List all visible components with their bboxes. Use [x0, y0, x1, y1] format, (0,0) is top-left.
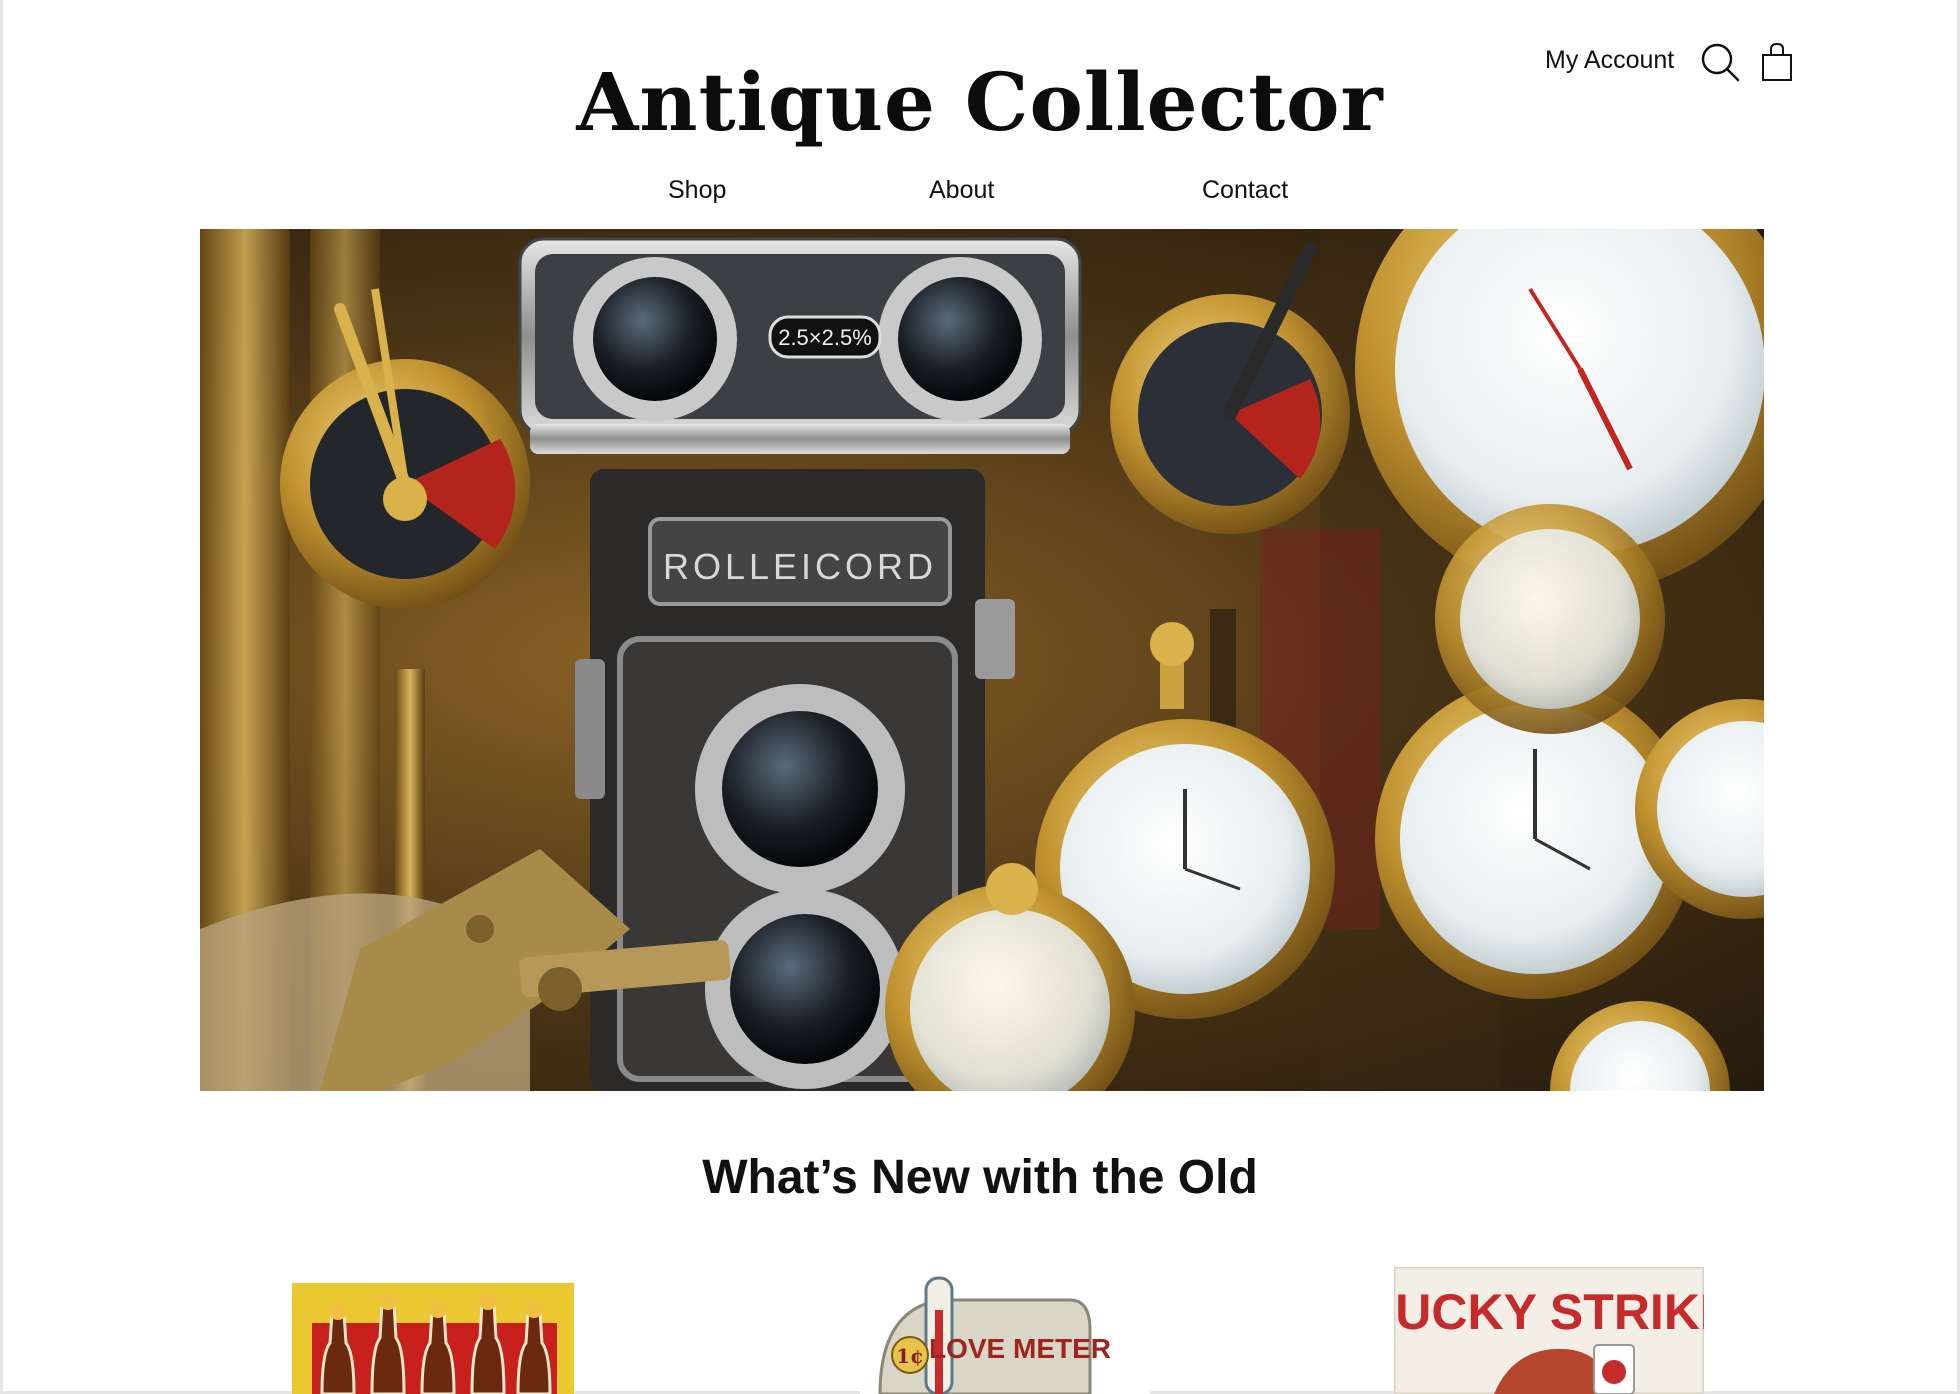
my-account-link[interactable]: My Account — [1545, 46, 1674, 75]
love-meter-badge: 1¢ — [896, 1344, 924, 1368]
section-heading: What’s New with the Old — [702, 1151, 1258, 1204]
nav-shop[interactable]: Shop — [668, 176, 726, 205]
love-meter-label: LOVE METER — [929, 1333, 1111, 1364]
camera-brand-label: ROLLEICORD — [663, 546, 937, 587]
lucky-strike-image: LUCKY STRIKE — [1394, 1267, 1704, 1394]
binocular-label: 2.5×2.5% — [778, 325, 872, 350]
product-card-1[interactable] — [292, 1283, 574, 1394]
shopping-bag-icon[interactable] — [1760, 42, 1794, 82]
hero-image: 2.5×2.5% ROLLEICORD — [200, 229, 1764, 1091]
love-meter-image: 1¢ LOVE METER — [878, 1276, 1111, 1394]
nav-contact[interactable]: Contact — [1202, 176, 1288, 205]
product-card-2[interactable]: 1¢ LOVE METER — [860, 1270, 1150, 1394]
search-icon[interactable] — [1700, 42, 1740, 82]
soda-bottles-image — [292, 1283, 574, 1394]
nav-about[interactable]: About — [929, 176, 994, 205]
product-card-3[interactable]: LUCKY STRIKE — [1394, 1267, 1704, 1394]
lucky-strike-label: LUCKY STRIKE — [1394, 1284, 1704, 1340]
